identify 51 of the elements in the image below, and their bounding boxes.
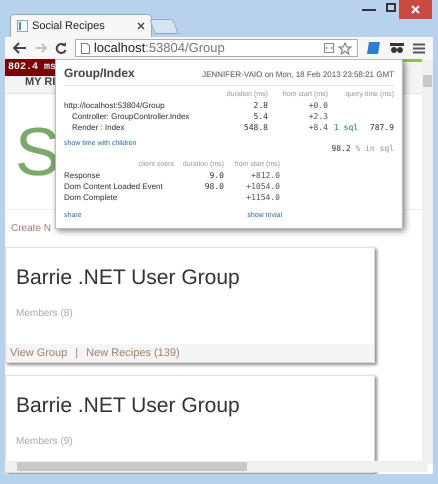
client-event-name: Dom Complete — [64, 192, 118, 203]
query-time-value: 787.9 — [370, 122, 394, 133]
close-tab-icon[interactable] — [137, 22, 145, 30]
menu-icon[interactable] — [413, 42, 425, 54]
members-count: Members (9) — [16, 434, 74, 448]
maximize-icon[interactable] — [386, 3, 396, 12]
reload-icon[interactable] — [54, 42, 67, 54]
url-text: localhost:53804/Group — [94, 39, 226, 58]
separator-text: | — [75, 346, 78, 361]
incognito-icon[interactable] — [389, 42, 406, 54]
tab-title: Social Recipes — [32, 18, 106, 34]
timing-name: Render : Index — [71, 122, 126, 133]
page-icon — [80, 42, 90, 54]
from-start-value: +8.4 — [308, 122, 328, 133]
timing-name: Controller: GroupController.Index — [71, 111, 190, 122]
members-count: Members (8) — [16, 306, 74, 320]
client-event-name: Dom Content Loaded Event — [64, 181, 164, 192]
duration-value: 2.8 — [252, 100, 268, 111]
page-icon — [17, 20, 28, 32]
hero-title: S — [15, 118, 60, 186]
duration-value: 548.8 — [242, 122, 268, 133]
footer-link[interactable]: New Recipes (139) — [86, 344, 180, 362]
from-start-value: +812.0 — [250, 170, 280, 181]
profiler-title: Group/Index — [64, 65, 135, 82]
machine-info: JENNIFER-VAIO on Mon, 18 Feb 2013 23:58:21 GMT — [202, 69, 394, 81]
sql-percentage: 98.2 % in sql — [331, 143, 394, 155]
from-start-value: +1154.0 — [245, 192, 280, 203]
nav-link[interactable]: MY RI — [25, 74, 56, 90]
client-event-name: Response — [64, 170, 102, 181]
vertical-scrollbar[interactable] — [422, 59, 433, 464]
page-action-icon[interactable] — [324, 43, 334, 53]
sql-link[interactable]: 1 sql — [334, 122, 358, 133]
from-start-value: +0.0 — [308, 100, 328, 111]
duration-value: 98.0 — [204, 181, 224, 192]
timing-name: http://localhost:53804/Group — [64, 100, 166, 111]
from-start-value: +2.3 — [308, 111, 328, 122]
address-bar[interactable]: localhost:53804/Group — [74, 39, 358, 57]
duration-value: 9.0 — [208, 170, 224, 181]
group-title: Barrie .NET User Group — [16, 265, 241, 291]
back-arrow-icon[interactable] — [13, 42, 27, 54]
from-start-value: +1054.0 — [245, 181, 280, 192]
close-button[interactable] — [399, 0, 432, 19]
footer-link[interactable]: View Group — [10, 344, 68, 362]
extension-icon[interactable] — [366, 41, 382, 55]
group-title: Barrie .NET User Group — [16, 393, 241, 419]
close-icon — [411, 5, 420, 14]
horizontal-scrollbar[interactable] — [5, 461, 427, 472]
browser-tab[interactable]: Social Recipes — [10, 14, 152, 37]
star-icon[interactable] — [338, 42, 352, 54]
duration-value: 5.4 — [252, 111, 268, 122]
create-link[interactable]: Create N — [11, 221, 52, 236]
